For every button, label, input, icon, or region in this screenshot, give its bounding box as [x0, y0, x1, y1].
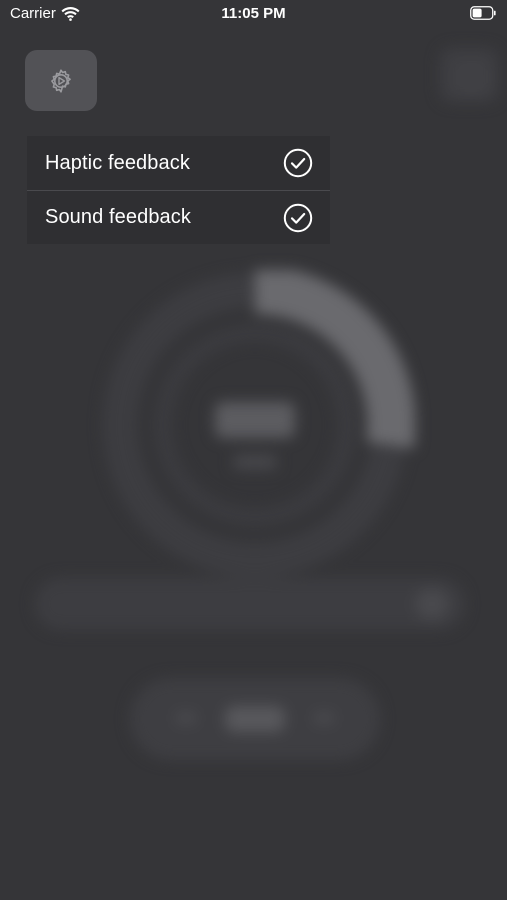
menu-item-haptic-feedback[interactable]: Haptic feedback: [27, 136, 330, 190]
blurred-gauge-value: [215, 402, 295, 438]
blurred-segment-left: [175, 712, 197, 724]
blurred-top-right-button: [440, 48, 498, 102]
status-time: 11:05 PM: [221, 5, 286, 22]
gear-icon: [51, 68, 71, 93]
checkmark-circle-icon: [283, 203, 313, 233]
checkmark-circle-icon: [283, 148, 313, 178]
blurred-gauge-caption: [233, 455, 277, 469]
blurred-segment-center: [225, 706, 285, 732]
blurred-segment-right: [313, 712, 335, 724]
menu-item-sound-feedback[interactable]: Sound feedback: [27, 190, 330, 244]
blurred-background-content: [0, 0, 507, 900]
settings-button[interactable]: [25, 50, 97, 111]
blurred-segmented-control: [130, 678, 380, 760]
feedback-options-menu: Haptic feedback Sound feedback: [27, 136, 330, 244]
menu-item-label: Sound feedback: [45, 206, 191, 228]
blurred-slider: [35, 578, 465, 630]
app-screen: Carrier 11:05 PM Haptic feedback Sound f…: [0, 0, 507, 900]
blurred-slider-knob: [415, 588, 449, 620]
status-bar: Carrier 11:05 PM: [0, 0, 507, 28]
battery-icon: [470, 6, 496, 20]
menu-item-label: Haptic feedback: [45, 151, 190, 174]
